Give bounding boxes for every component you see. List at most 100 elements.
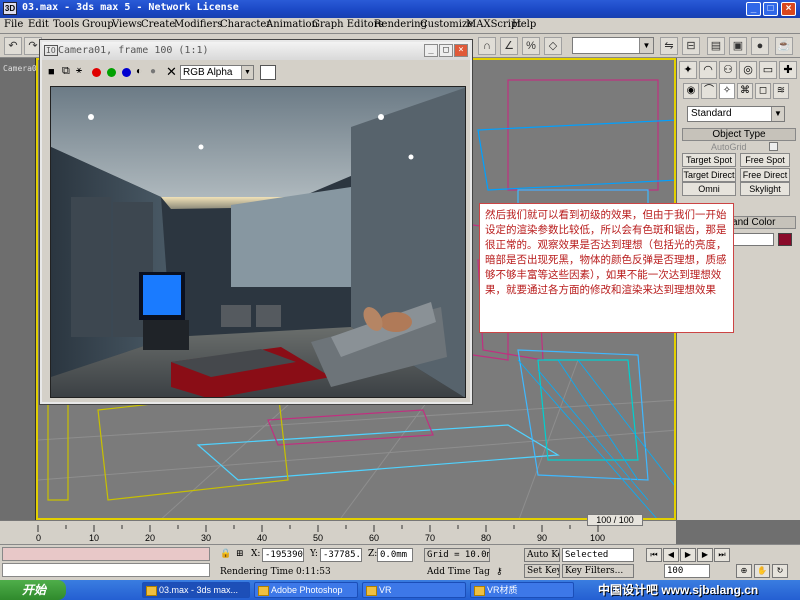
rendering-time-value: 0:11:53 xyxy=(296,567,331,577)
play-icon[interactable]: ▶ xyxy=(680,548,696,562)
minimize-button[interactable]: _ xyxy=(746,2,761,16)
skylight-button[interactable]: Skylight xyxy=(740,182,790,196)
green-channel-icon[interactable] xyxy=(107,68,116,77)
task-photoshop[interactable]: Adobe Photoshop xyxy=(254,582,358,598)
percent-snap-icon[interactable]: % xyxy=(522,37,540,55)
rollout-object-type[interactable]: Object Type xyxy=(682,128,796,141)
blue-channel-icon[interactable] xyxy=(122,68,131,77)
start-button[interactable]: 开始 xyxy=(0,580,66,600)
z-coordinate-field[interactable]: 0.0mm xyxy=(377,548,413,562)
pan-icon[interactable]: ✋ xyxy=(754,564,770,578)
create-tab-icon[interactable]: ✦ xyxy=(679,61,697,79)
omni-button[interactable]: Omni xyxy=(682,182,736,196)
render-scene-icon[interactable]: ☕ xyxy=(775,37,793,55)
autogrid-checkbox[interactable] xyxy=(769,142,778,151)
status-bar: 🔒 ⊞ X: -195390. Y: -37785.6 Z: 0.0mm Gri… xyxy=(0,544,800,580)
prompt-line[interactable] xyxy=(2,563,210,577)
named-selection-dropdown[interactable]: ▼ xyxy=(572,37,654,54)
tick-label: 10 xyxy=(89,533,100,543)
clear-icon[interactable]: ✕ xyxy=(166,64,177,80)
task-vr-folder[interactable]: VR xyxy=(362,582,466,598)
menu-graph-editors[interactable]: Graph Editors xyxy=(312,19,384,30)
y-coordinate-field[interactable]: -37785.6 xyxy=(320,548,362,562)
target-direct-button[interactable]: Target Direct xyxy=(682,168,736,182)
prev-frame-icon[interactable]: ◀ xyxy=(663,548,679,562)
angle-snap-icon[interactable]: ∠ xyxy=(500,37,518,55)
render-minimize-button[interactable]: _ xyxy=(424,44,438,57)
mono-icon[interactable]: ● xyxy=(150,66,156,77)
menu-create[interactable]: Create xyxy=(141,19,175,30)
track-icon[interactable]: ⚹ xyxy=(76,65,82,76)
render-window-titlebar[interactable]: IO Camera01, frame 100 (1:1) _ □ × xyxy=(42,42,470,60)
set-key-button[interactable]: Set Key xyxy=(524,564,560,578)
render-maximize-button[interactable]: □ xyxy=(439,44,453,57)
object-color-swatch[interactable] xyxy=(778,233,792,246)
menu-animation[interactable]: Animation xyxy=(266,19,318,30)
maximize-button[interactable]: □ xyxy=(763,2,778,16)
rendered-image xyxy=(50,86,466,398)
utilities-tab-icon[interactable]: ✚ xyxy=(779,61,797,79)
z-label: Z: xyxy=(368,549,378,559)
menu-character[interactable]: Character xyxy=(220,19,271,30)
render-window-title: Camera01, frame 100 (1:1) xyxy=(58,45,209,56)
menu-modifiers[interactable]: Modifiers xyxy=(174,19,222,30)
zoom-extents-icon[interactable]: ⊕ xyxy=(736,564,752,578)
track-view-icon[interactable]: ▤ xyxy=(707,37,725,55)
menu-edit[interactable]: Edit xyxy=(28,19,49,30)
living-room-render xyxy=(51,87,465,397)
red-channel-icon[interactable] xyxy=(92,68,101,77)
motion-tab-icon[interactable]: ◎ xyxy=(739,61,757,79)
spinner-snap-icon[interactable]: ◇ xyxy=(544,37,562,55)
cameras-icon[interactable]: ⌘ xyxy=(737,83,753,99)
display-channel-dropdown[interactable]: RGB Alpha ▼ xyxy=(180,65,254,80)
menu-group[interactable]: Group xyxy=(82,19,114,30)
spacewarps-icon[interactable]: ≋ xyxy=(773,83,789,99)
modify-tab-icon[interactable]: ◠ xyxy=(699,61,717,79)
align-icon[interactable]: ⊟ xyxy=(682,37,700,55)
track-bar[interactable]: 0 10 20 30 40 50 60 70 80 90 100 xyxy=(0,525,676,543)
display-tab-icon[interactable]: ▭ xyxy=(759,61,777,79)
render-close-button[interactable]: × xyxy=(454,44,468,57)
x-label: X: xyxy=(251,549,261,559)
clone-icon[interactable]: ⧉ xyxy=(62,65,70,78)
target-spot-button[interactable]: Target Spot xyxy=(682,153,736,167)
schematic-view-icon[interactable]: ▣ xyxy=(729,37,747,55)
menu-views[interactable]: Views xyxy=(112,19,142,30)
goto-end-icon[interactable]: ⏭ xyxy=(714,548,730,562)
maxscript-listener[interactable] xyxy=(2,547,210,561)
alpha-channel-icon[interactable]: ◐ xyxy=(136,66,142,77)
render-window-icon: IO xyxy=(44,45,58,56)
current-frame-field[interactable]: 100 xyxy=(664,564,710,578)
selection-filter-dropdown[interactable]: Selected xyxy=(562,548,634,562)
key-filters-button[interactable]: Key Filters... xyxy=(562,564,634,578)
menu-file[interactable]: File xyxy=(4,19,23,30)
add-time-tag-button[interactable]: Add Time Tag xyxy=(427,567,490,577)
save-icon[interactable]: ■ xyxy=(48,66,55,78)
light-type-dropdown[interactable]: Standard ▼ xyxy=(687,106,785,122)
close-button[interactable]: × xyxy=(781,2,796,16)
task-vr-material-folder[interactable]: VR材质 xyxy=(470,582,574,598)
free-spot-button[interactable]: Free Spot xyxy=(740,153,790,167)
hierarchy-tab-icon[interactable]: ⚇ xyxy=(719,61,737,79)
menu-help[interactable]: Help xyxy=(512,19,536,30)
mirror-icon[interactable]: ⇋ xyxy=(660,37,678,55)
task-3dsmax[interactable]: 03.max - 3ds max... xyxy=(142,582,250,598)
snap-magnet-icon[interactable]: ∩ xyxy=(478,37,496,55)
shapes-icon[interactable]: ⌒ xyxy=(701,83,717,99)
left-viewport[interactable]: Camera01 xyxy=(0,58,42,520)
x-coordinate-field[interactable]: -195390. xyxy=(262,548,304,562)
lights-icon[interactable]: ✧ xyxy=(719,83,735,99)
auto-key-button[interactable]: Auto Key xyxy=(524,548,560,562)
geometry-icon[interactable]: ◉ xyxy=(683,83,699,99)
menu-tools[interactable]: Tools xyxy=(53,19,79,30)
goto-start-icon[interactable]: ⏮ xyxy=(646,548,662,562)
coord-mode-icon[interactable]: ⊞ xyxy=(236,549,244,559)
undo-icon[interactable]: ↶ xyxy=(4,37,22,55)
lock-icon[interactable]: 🔒 xyxy=(220,549,231,559)
next-frame-icon[interactable]: ▶ xyxy=(697,548,713,562)
orbit-icon[interactable]: ↻ xyxy=(772,564,788,578)
free-direct-button[interactable]: Free Direct xyxy=(740,168,790,182)
helpers-icon[interactable]: ◻ xyxy=(755,83,771,99)
key-icon[interactable]: ⚷ xyxy=(496,567,503,577)
material-editor-icon[interactable]: ● xyxy=(751,37,769,55)
